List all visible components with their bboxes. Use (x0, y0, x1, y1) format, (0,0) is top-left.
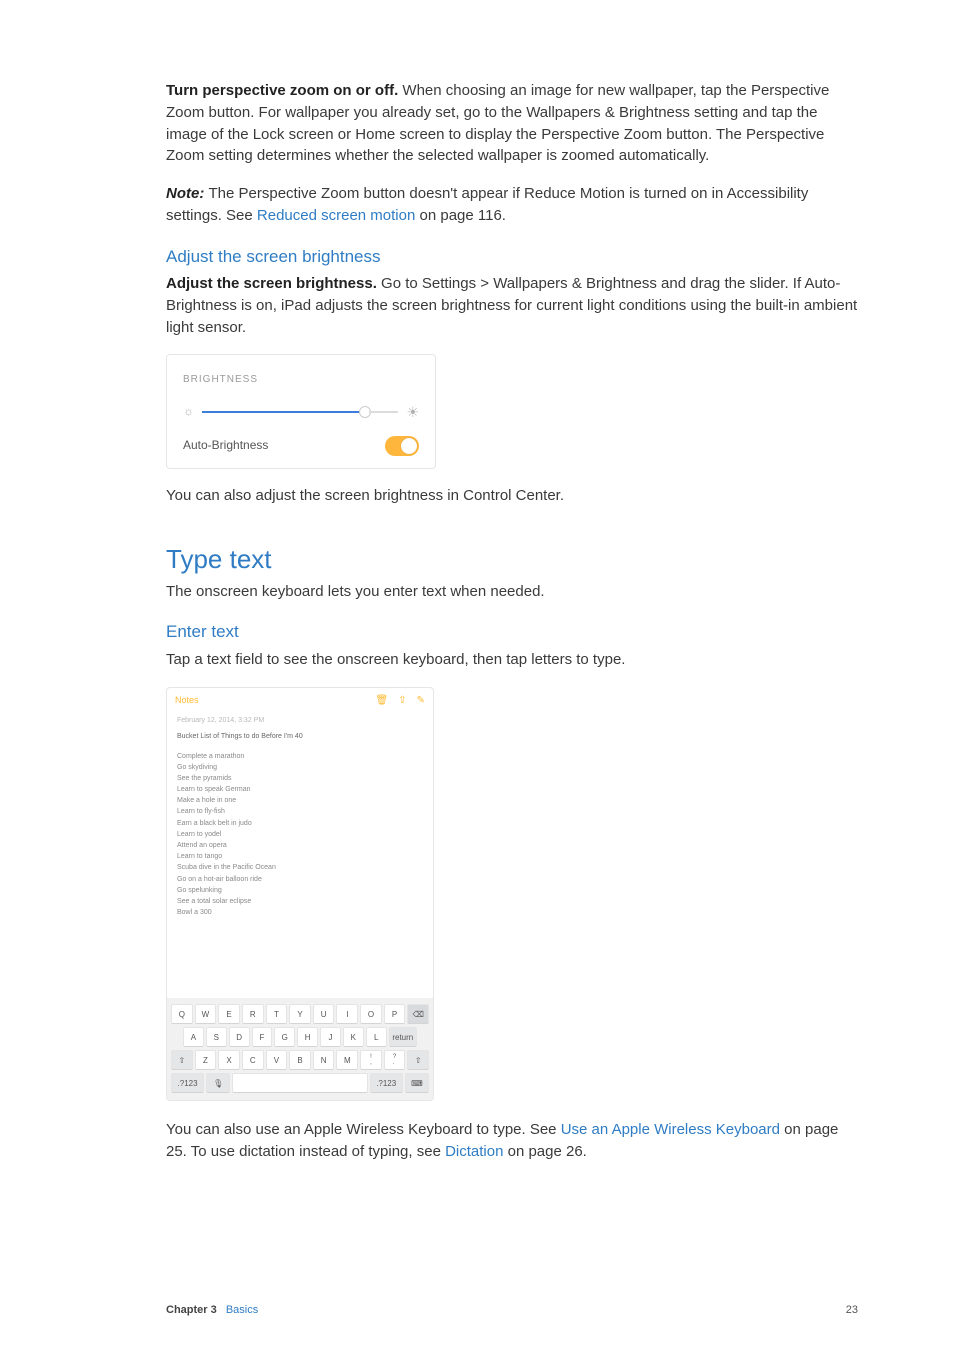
key-k[interactable]: K (343, 1027, 364, 1047)
brightness-paragraph: Adjust the screen brightness. Go to Sett… (166, 273, 858, 338)
key-z[interactable]: Z (195, 1050, 217, 1070)
notes-list-item: See the pyramids (177, 773, 423, 784)
key-space[interactable] (232, 1073, 367, 1093)
pz-strong: Turn perspective zoom on or off. (166, 82, 398, 99)
notes-list: Complete a marathonGo skydivingSee the p… (177, 751, 423, 919)
key-mic[interactable]: 🎙 (206, 1073, 230, 1093)
key-p[interactable]: P (384, 1004, 406, 1024)
footer-chapter-name: Basics (226, 1304, 258, 1316)
heading-type-text: Type text (166, 541, 858, 579)
note-paragraph: Note: The Perspective Zoom button doesn'… (166, 183, 858, 227)
heading-enter-text: Enter text (166, 620, 858, 645)
after-keyboard-paragraph: You can also use an Apple Wireless Keybo… (166, 1119, 858, 1163)
notes-title-line: Bucket List of Things to do Before I'm 4… (177, 732, 423, 742)
link-apple-wireless-keyboard[interactable]: Use an Apple Wireless Keyboard (561, 1121, 780, 1138)
key-return[interactable]: return (389, 1027, 417, 1047)
key-i[interactable]: I (336, 1004, 358, 1024)
key-m[interactable]: M (336, 1050, 358, 1070)
key-e[interactable]: E (218, 1004, 240, 1024)
notes-list-item: Attend an opera (177, 840, 423, 851)
notes-list-item: Learn to yodel (177, 829, 423, 840)
slider-thumb[interactable] (359, 406, 371, 418)
link-reduced-motion[interactable]: Reduced screen motion (257, 207, 415, 224)
key-f[interactable]: F (252, 1027, 273, 1047)
key-b[interactable]: B (289, 1050, 311, 1070)
footer-page-number: 23 (846, 1303, 858, 1319)
auto-brightness-label: Auto-Brightness (183, 437, 268, 454)
key-question-period[interactable]: ?. (384, 1050, 406, 1070)
key-numbers[interactable]: .?123 (171, 1073, 204, 1093)
key-x[interactable]: X (218, 1050, 240, 1070)
link-dictation[interactable]: Dictation (445, 1143, 503, 1160)
key-l[interactable]: L (366, 1027, 387, 1047)
brightness-strong: Adjust the screen brightness. (166, 275, 377, 292)
key-s[interactable]: S (206, 1027, 227, 1047)
brightness-panel-header: BRIGHTNESS (183, 373, 419, 388)
key-o[interactable]: O (360, 1004, 382, 1024)
enter-text-body: Tap a text field to see the onscreen key… (166, 649, 858, 671)
sun-high-icon: ☀ (406, 402, 419, 422)
notes-list-item: Go on a hot-air balloon ride (177, 874, 423, 885)
key-u[interactable]: U (313, 1004, 335, 1024)
key-exclaim-comma[interactable]: !, (360, 1050, 382, 1070)
notes-list-item: Bowl a 300 (177, 907, 423, 918)
key-j[interactable]: J (320, 1027, 341, 1047)
key-hide-keyboard[interactable]: ⌨ (405, 1073, 429, 1093)
heading-adjust-brightness: Adjust the screen brightness (166, 245, 858, 270)
note-label: Note: (166, 185, 209, 202)
notes-app-title: Notes (175, 694, 199, 707)
compose-icon[interactable]: ✎ (417, 694, 425, 709)
notes-list-item: Learn to fly-fish (177, 806, 423, 817)
key-c[interactable]: C (242, 1050, 264, 1070)
keyboard-icon: ⌨ (411, 1078, 423, 1090)
sun-low-icon: ☼ (183, 403, 194, 420)
onscreen-keyboard[interactable]: QWERTYUIOP⌫ ASDFGHJKLreturn ⇧ZXCVBNM!,?.… (167, 998, 433, 1100)
key-y[interactable]: Y (289, 1004, 311, 1024)
notes-list-item: Go skydiving (177, 762, 423, 773)
notes-keyboard-figure: Notes 🗑 ⇪ ✎ February 12, 2014, 3:32 PM B… (166, 687, 434, 1102)
key-w[interactable]: W (195, 1004, 217, 1024)
key-numbers-right[interactable]: .?123 (370, 1073, 403, 1093)
slider-track[interactable] (202, 411, 398, 413)
trash-icon[interactable]: 🗑 (376, 694, 389, 709)
notes-list-item: See a total solar eclipse (177, 896, 423, 907)
key-delete[interactable]: ⌫ (407, 1004, 429, 1024)
notes-list-item: Complete a marathon (177, 751, 423, 762)
key-n[interactable]: N (313, 1050, 335, 1070)
type-text-sub: The onscreen keyboard lets you enter tex… (166, 581, 858, 603)
footer-chapter-label: Chapter 3 (166, 1304, 217, 1316)
key-r[interactable]: R (242, 1004, 264, 1024)
notes-list-item: Make a hole in one (177, 795, 423, 806)
brightness-settings-figure: BRIGHTNESS ☼ ☀ Auto-Brightness (166, 354, 436, 469)
mic-icon: 🎙 (213, 1078, 223, 1090)
key-v[interactable]: V (266, 1050, 288, 1070)
perspective-zoom-paragraph: Turn perspective zoom on or off. When ch… (166, 80, 858, 167)
notes-list-item: Scuba dive in the Pacific Ocean (177, 862, 423, 873)
note-tail: on page 116. (415, 207, 506, 224)
notes-list-item: Go spelunking (177, 885, 423, 896)
brightness-after: You can also adjust the screen brightnes… (166, 485, 858, 507)
brightness-slider[interactable]: ☼ ☀ (183, 402, 419, 422)
key-g[interactable]: G (274, 1027, 295, 1047)
notes-date: February 12, 2014, 3:32 PM (177, 716, 423, 726)
ak-pre: You can also use an Apple Wireless Keybo… (166, 1121, 561, 1138)
key-t[interactable]: T (266, 1004, 288, 1024)
key-q[interactable]: Q (171, 1004, 193, 1024)
notes-list-item: Learn to tango (177, 851, 423, 862)
key-h[interactable]: H (297, 1027, 318, 1047)
key-shift-left[interactable]: ⇧ (171, 1050, 193, 1070)
key-a[interactable]: A (183, 1027, 204, 1047)
share-icon[interactable]: ⇪ (398, 694, 406, 709)
ak-tail: on page 26. (503, 1143, 586, 1160)
key-shift-right[interactable]: ⇧ (407, 1050, 429, 1070)
notes-list-item: Earn a black belt in judo (177, 818, 423, 829)
key-d[interactable]: D (229, 1027, 250, 1047)
page-footer: Chapter 3 Basics 23 (166, 1303, 858, 1319)
notes-list-item: Learn to speak German (177, 784, 423, 795)
auto-brightness-toggle[interactable] (385, 436, 419, 456)
